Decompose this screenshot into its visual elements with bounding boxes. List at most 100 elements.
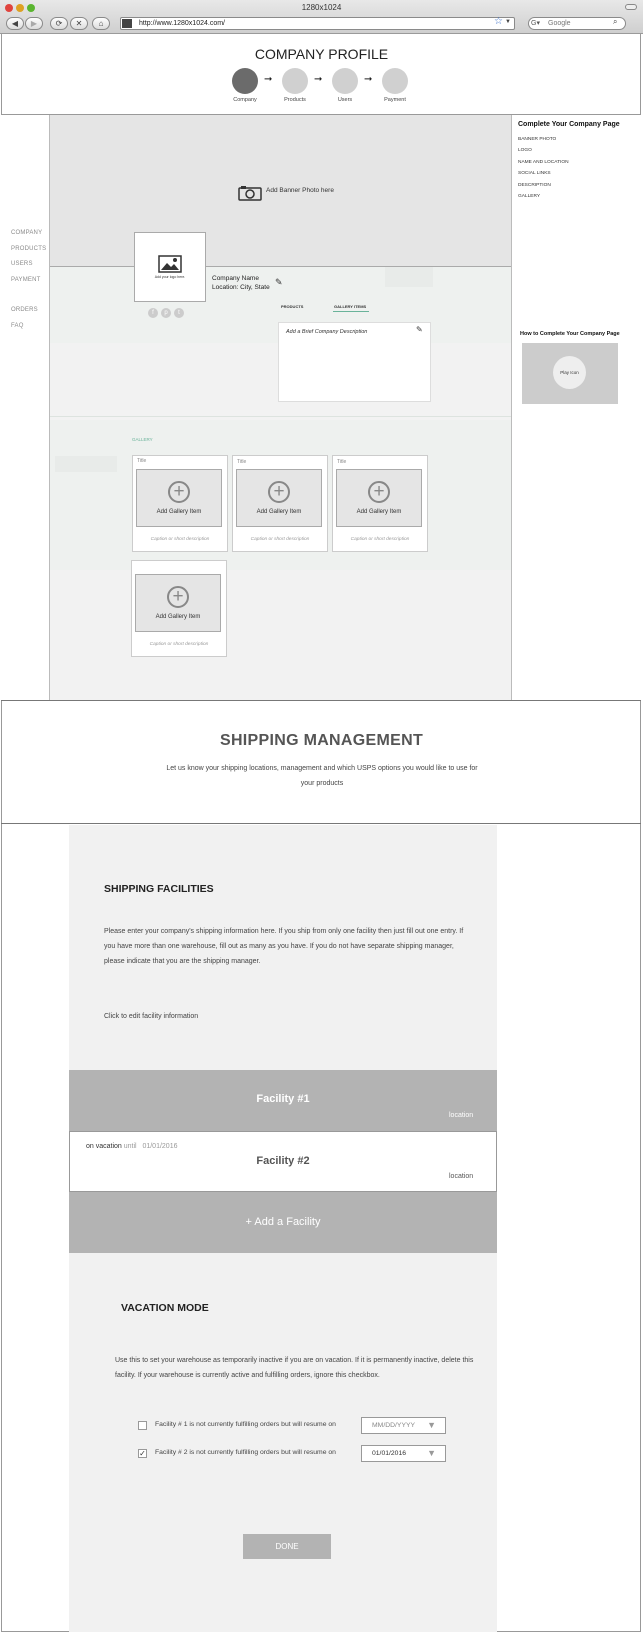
date-select-value: 01/01/2016 <box>372 1450 407 1457</box>
bookmark-dropdown-icon[interactable]: ▼ <box>505 19 511 25</box>
date-select-value: MM/DD/YYYY <box>372 1422 416 1429</box>
url-input[interactable]: http://www.1280x1024.com/ <box>120 17 515 30</box>
facility-2-vacation-checkbox[interactable]: ✓ <box>138 1449 147 1458</box>
arrow-right-icon: ➞ <box>314 74 323 85</box>
facebook-icon[interactable]: f <box>148 308 158 318</box>
step-label: Company <box>233 97 257 103</box>
company-name: Company Name Location: City, State <box>212 274 270 292</box>
gallery-caption[interactable]: Caption or short description <box>332 537 428 542</box>
camera-icon[interactable] <box>238 185 262 201</box>
vacation-until-label: until <box>123 1143 137 1150</box>
divider <box>50 416 511 417</box>
bookmark-star-icon[interactable]: ☆ <box>494 16 503 27</box>
gallery-card-title: Title <box>237 459 247 465</box>
plus-circle-icon[interactable]: + <box>268 481 290 503</box>
plus-circle-icon[interactable]: + <box>368 481 390 503</box>
back-icon[interactable]: ◀ <box>6 17 24 30</box>
how-to-title: How to Complete Your Company Page <box>520 331 620 337</box>
checklist-item[interactable]: BANNER PHOTO <box>518 137 556 142</box>
vacation-date: 01/01/2016 <box>142 1143 178 1150</box>
sidebar-item-products[interactable]: PRODUCTS <box>11 246 46 252</box>
reload-icon[interactable]: ⟳ <box>50 17 68 30</box>
sidebar-item-payment[interactable]: PAYMENT <box>11 277 41 283</box>
edit-pencil-icon[interactable]: ✎ <box>416 325 423 334</box>
facilities-description: Please enter your company's shipping inf… <box>104 928 464 965</box>
sidebar-item-faq[interactable]: FAQ <box>11 323 24 329</box>
plus-circle-icon[interactable]: + <box>168 481 190 503</box>
gallery-caption[interactable]: Caption or short description <box>232 537 328 542</box>
gallery-label: GALLERY <box>132 437 153 442</box>
facility-2-name: Facility #2 <box>256 1155 310 1167</box>
magnifier-icon[interactable]: ⌕ <box>613 17 617 27</box>
pinterest-icon[interactable]: p <box>161 308 171 318</box>
vacation-status-label: on vacation <box>86 1143 122 1150</box>
placeholder-block <box>385 267 433 287</box>
step-payment-circle[interactable] <box>382 68 408 94</box>
step-users-circle[interactable] <box>332 68 358 94</box>
checklist-item[interactable]: SOCIAL LINKS <box>518 171 551 176</box>
vacation-row-label: Facility # 1 is not currently fulfilling… <box>155 1421 336 1428</box>
divider <box>1 700 641 701</box>
twitter-icon[interactable]: t <box>174 308 184 318</box>
tab-gallery-items[interactable]: GALLERY ITEMS <box>334 304 366 309</box>
checklist-item[interactable]: GALLERY <box>518 194 540 199</box>
company-name-text: Company Name <box>212 275 259 282</box>
vacation-status: on vacation until 01/01/2016 <box>86 1143 178 1150</box>
edit-facility-hint: Click to edit facility information <box>104 1013 199 1020</box>
done-button[interactable]: DONE <box>243 1534 331 1559</box>
plus-circle-icon[interactable]: + <box>167 586 189 608</box>
step-label: Users <box>337 97 353 103</box>
page-title: COMPANY PROFILE <box>254 46 389 62</box>
dropdown-arrow-icon: ▼ <box>427 1420 436 1430</box>
facility-2-date-select[interactable]: 01/01/2016 ▼ <box>361 1445 446 1462</box>
divider <box>511 115 512 700</box>
vacation-row-label: Facility # 2 is not currently fulfilling… <box>155 1449 336 1456</box>
toolbar-toggle-button[interactable] <box>625 4 637 10</box>
gallery-caption[interactable]: Caption or short description <box>131 642 227 647</box>
gallery-card-title: Title <box>337 459 347 465</box>
gallery-card-title: Title <box>137 458 147 464</box>
sidebar-item-users[interactable]: USERS <box>11 261 33 267</box>
checklist-item[interactable]: LOGO <box>518 148 532 153</box>
checklist-item[interactable]: DESCRIPTION <box>518 183 551 188</box>
stop-icon[interactable]: ✕ <box>70 17 88 30</box>
sidebar-item-orders[interactable]: ORDERS <box>11 307 38 313</box>
home-icon[interactable]: ⌂ <box>92 17 110 30</box>
gallery-caption[interactable]: Caption or short description <box>132 537 228 542</box>
arrow-right-icon: ➞ <box>264 74 273 85</box>
facility-1-vacation-checkbox[interactable] <box>138 1421 147 1430</box>
dropdown-arrow-icon: ▼ <box>427 1448 436 1458</box>
logo-label: Add your logo here. <box>154 275 186 279</box>
facility-2-location: location <box>449 1173 474 1180</box>
play-icon[interactable]: Play Icon <box>553 356 586 389</box>
facility-1-name: Facility #1 <box>256 1093 310 1105</box>
left-sidebar <box>1 115 50 700</box>
company-location: Location: City, State <box>212 284 270 291</box>
placeholder-block <box>55 456 117 472</box>
step-company-circle[interactable] <box>232 68 258 94</box>
shipping-intro: Let us know your shipping locations, man… <box>166 765 478 787</box>
edit-pencil-icon[interactable]: ✎ <box>275 277 283 288</box>
active-tab-indicator <box>333 311 369 312</box>
site-favicon-icon <box>122 19 132 28</box>
checklist-item[interactable]: NAME AND LOCATION <box>518 160 569 165</box>
zoom-window-button[interactable] <box>27 4 35 12</box>
add-gallery-item-label: Add Gallery Item <box>155 614 201 620</box>
facility-1-date-select[interactable]: MM/DD/YYYY ▼ <box>361 1417 446 1434</box>
search-input[interactable]: Google <box>528 17 626 30</box>
arrow-right-icon: ➞ <box>364 74 373 85</box>
close-window-button[interactable] <box>5 4 13 12</box>
banner-label: Add Banner Photo here <box>266 187 334 194</box>
sidebar-item-company[interactable]: COMPANY <box>11 230 42 236</box>
search-engine-icon[interactable]: G▾ <box>531 19 540 27</box>
facility-1-location: location <box>449 1112 474 1119</box>
minimize-window-button[interactable] <box>16 4 24 12</box>
right-panel <box>511 115 641 700</box>
tab-products[interactable]: PRODUCTS <box>281 304 303 309</box>
add-facility-label: + Add a Facility <box>245 1216 321 1228</box>
vacation-heading: VACATION MODE <box>121 1302 209 1314</box>
step-products-circle[interactable] <box>282 68 308 94</box>
image-icon <box>158 255 182 273</box>
forward-icon[interactable]: ▶ <box>25 17 43 30</box>
facilities-heading: SHIPPING FACILITIES <box>104 883 214 895</box>
